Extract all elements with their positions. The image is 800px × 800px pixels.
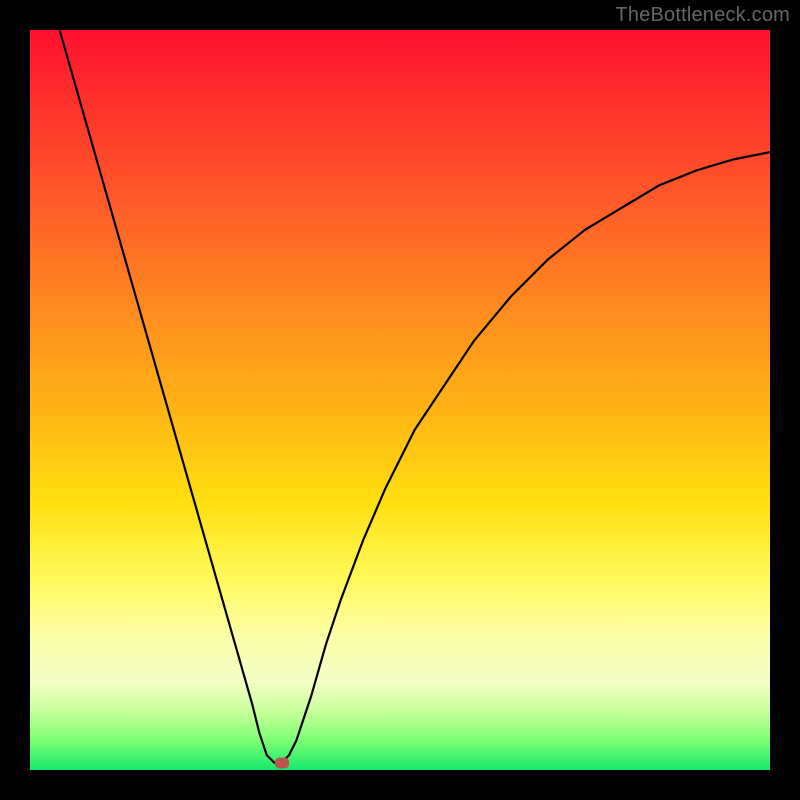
watermark-text: TheBottleneck.com	[615, 4, 790, 27]
bottleneck-curve	[30, 30, 770, 770]
optimal-point-marker	[275, 757, 289, 768]
plot-area	[30, 30, 770, 770]
chart-frame: TheBottleneck.com	[0, 0, 800, 800]
